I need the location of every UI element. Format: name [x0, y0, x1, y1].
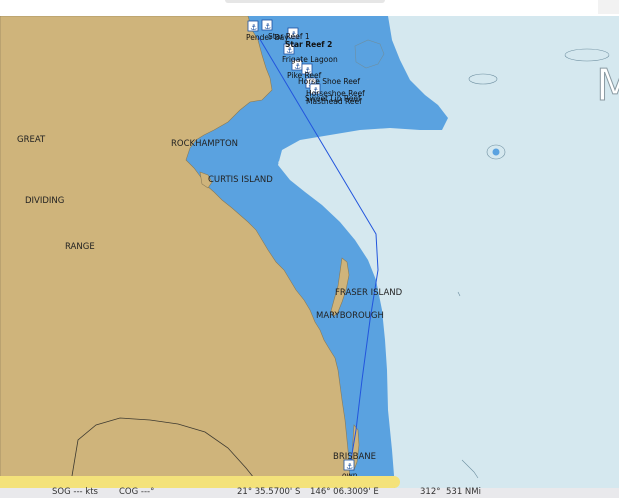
own-ship-marker[interactable]: ⚓	[343, 459, 355, 471]
offshore-reef-2	[468, 73, 498, 85]
waypoint-label-masthead-reef: Masthead Reef	[306, 97, 362, 106]
chart-canvas[interactable]: ⚓ ⚓ ⚓ ⚓ ⚓ ⚓ ⚓ ⚓ Pender B	[0, 16, 619, 488]
chart-plotter-window: ⚓ ⚓ ⚓ ⚓ ⚓ ⚓ ⚓ ⚓ Pender B	[0, 0, 619, 498]
region-label-range: RANGE	[65, 242, 95, 252]
waypoint-label-frigate-lagoon: Frigate Lagoon	[282, 55, 338, 64]
offshore-reef-4	[492, 148, 500, 156]
large-area-label-partial: M	[596, 60, 619, 111]
status-latitude: 21° 35.5700' S	[237, 487, 301, 497]
waypoint-marker-pender-bay[interactable]: ⚓	[247, 20, 259, 32]
svg-text:⚓: ⚓	[264, 22, 271, 31]
svg-text:⚓: ⚓	[346, 462, 353, 471]
place-label-curtis-island: CURTIS ISLAND	[208, 175, 273, 185]
status-longitude: 146° 06.3009' E	[310, 487, 379, 497]
place-label-rockhampton: ROCKHAMPTON	[171, 139, 238, 149]
toolbar-tab-indicator[interactable]	[225, 0, 385, 3]
toolbar-corner-button[interactable]	[598, 0, 619, 14]
status-bearing: 312°	[420, 487, 441, 497]
waypoint-label-star-reef-2: Star Reef 2	[285, 40, 332, 49]
status-bar: SOG --- kts COG ---° 21° 35.5700' S 146°…	[0, 487, 619, 498]
place-label-brisbane: BRISBANE	[333, 452, 376, 462]
region-label-great: GREAT	[17, 135, 46, 145]
waypoint-marker-star-reef-1[interactable]: ⚓	[261, 19, 273, 31]
top-toolbar	[0, 0, 619, 16]
status-cog: COG ---°	[119, 487, 155, 497]
svg-text:⚓: ⚓	[250, 23, 257, 32]
place-label-maryborough: MARYBOROUGH	[316, 311, 384, 321]
region-label-dividing: DIVIDING	[25, 196, 64, 206]
status-distance: 531 NMi	[446, 487, 481, 497]
waypoint-label-horse-shoe-reef: Horse Shoe Reef	[298, 77, 360, 86]
status-sog: SOG --- kts	[52, 487, 98, 497]
place-label-fraser-island: FRASER ISLAND	[335, 288, 403, 298]
